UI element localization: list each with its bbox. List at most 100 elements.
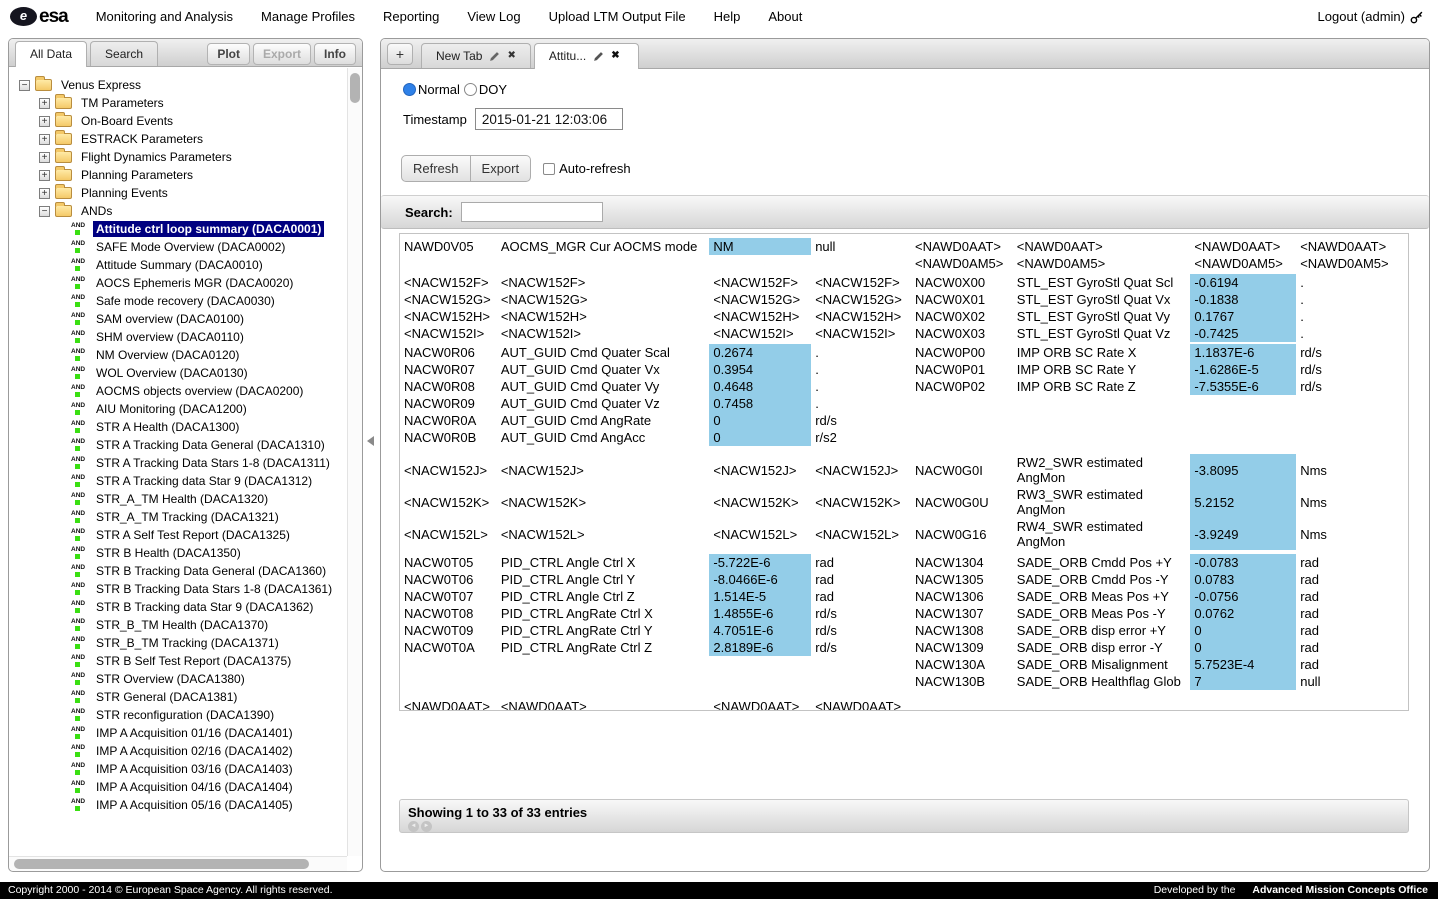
menu-about[interactable]: About	[768, 9, 802, 24]
expand-node-icon[interactable]: +	[39, 188, 50, 199]
tree-folder-planning-parameters[interactable]: +Planning Parameters	[9, 166, 347, 184]
status-green-icon	[75, 752, 80, 757]
tree-item-aiu-monitoring-daca1200-[interactable]: ANDAIU Monitoring (DACA1200)	[9, 400, 347, 418]
menu-manage-profiles[interactable]: Manage Profiles	[261, 9, 355, 24]
menu-upload-ltm-output-file[interactable]: Upload LTM Output File	[549, 9, 686, 24]
table-cell	[497, 673, 710, 690]
parameter-value-cell: -1.6286E-5	[1190, 361, 1296, 378]
table-cell: PID_CTRL AngRate Ctrl Z	[497, 639, 710, 656]
collapse-node-icon[interactable]: −	[19, 80, 30, 91]
menu-help[interactable]: Help	[714, 9, 741, 24]
menu-reporting[interactable]: Reporting	[383, 9, 439, 24]
menu-monitoring-and-analysis[interactable]: Monitoring and Analysis	[96, 9, 233, 24]
and-display-icon: AND	[71, 509, 91, 525]
tree-vertical-scrollbar[interactable]	[347, 68, 362, 856]
tree-item-str-b-tracking-data-stars-1-8-daca1361-[interactable]: ANDSTR B Tracking Data Stars 1-8 (DACA13…	[9, 580, 347, 598]
timestamp-row: Timestamp	[403, 108, 1429, 130]
tree-item-safe-mode-recovery-daca0030-[interactable]: ANDSafe mode recovery (DACA0030)	[9, 292, 347, 310]
tree-item-str-a-tracking-data-general-daca1310-[interactable]: ANDSTR A Tracking Data General (DACA1310…	[9, 436, 347, 454]
tree-item-imp-a-acquisition-02-16-daca1402-[interactable]: ANDIMP A Acquisition 02/16 (DACA1402)	[9, 742, 347, 760]
tree-item-attitude-summary-daca0010-[interactable]: ANDAttitude Summary (DACA0010)	[9, 256, 347, 274]
top-nav: e esa Monitoring and AnalysisManage Prof…	[0, 0, 1438, 33]
tree-item-str-a-tm-health-daca1320-[interactable]: ANDSTR_A_TM Health (DACA1320)	[9, 490, 347, 508]
collapse-node-icon[interactable]: −	[39, 206, 50, 217]
expand-node-icon[interactable]: +	[39, 152, 50, 163]
tree-item-imp-a-acquisition-05-16-daca1405-[interactable]: ANDIMP A Acquisition 05/16 (DACA1405)	[9, 796, 347, 814]
close-tab-icon[interactable]: ✖	[611, 51, 619, 61]
tree-item-str-b-self-test-report-daca1375-[interactable]: ANDSTR B Self Test Report (DACA1375)	[9, 652, 347, 670]
tree-item-str-b-health-daca1350-[interactable]: ANDSTR B Health (DACA1350)	[9, 544, 347, 562]
tree-item-str-a-self-test-report-daca1325-[interactable]: ANDSTR A Self Test Report (DACA1325)	[9, 526, 347, 544]
tree-item-aocs-ephemeris-mgr-daca0020-[interactable]: ANDAOCS Ephemeris MGR (DACA0020)	[9, 274, 347, 292]
add-tab-button[interactable]: +	[387, 43, 413, 65]
tree-item-str-a-tracking-data-star-9-daca1312-[interactable]: ANDSTR A Tracking data Star 9 (DACA1312)	[9, 472, 347, 490]
radio-normal[interactable]	[403, 83, 416, 96]
tree-folder-on-board-events[interactable]: +On-Board Events	[9, 112, 347, 130]
expand-node-icon[interactable]: +	[39, 98, 50, 109]
panel-splitter[interactable]	[363, 38, 380, 872]
tree-folder-estrack-parameters[interactable]: +ESTRACK Parameters	[9, 130, 347, 148]
tree-folder-ands[interactable]: −ANDs	[9, 202, 347, 220]
tree-item-str-a-health-daca1300-[interactable]: ANDSTR A Health (DACA1300)	[9, 418, 347, 436]
tree-item-sam-overview-daca0100-[interactable]: ANDSAM overview (DACA0100)	[9, 310, 347, 328]
tree-item-label: STR B Tracking data Star 9 (DACA1362)	[93, 599, 316, 615]
table-search-input[interactable]	[461, 202, 603, 222]
table-cell: rd/s	[1296, 361, 1408, 378]
tree-item-imp-a-acquisition-03-16-daca1403-[interactable]: ANDIMP A Acquisition 03/16 (DACA1403)	[9, 760, 347, 778]
menu-view-log[interactable]: View Log	[467, 9, 520, 24]
prev-page-button[interactable]: ◄	[408, 821, 419, 832]
rename-tab-icon[interactable]	[593, 51, 604, 62]
auto-refresh-checkbox[interactable]	[543, 163, 555, 175]
next-page-button[interactable]: ►	[421, 821, 432, 832]
expand-node-icon[interactable]: +	[39, 134, 50, 145]
tab-all-data[interactable]: All Data	[15, 41, 87, 67]
export-button[interactable]: Export	[471, 155, 532, 182]
tree-horizontal-scrollbar-thumb[interactable]	[14, 859, 309, 869]
tab-attitude[interactable]: Attitu... ✖	[534, 43, 639, 69]
plot-button[interactable]: Plot	[207, 43, 250, 65]
tree-item-aocms-objects-overview-daca0200-[interactable]: ANDAOCMS objects overview (DACA0200)	[9, 382, 347, 400]
table-cell	[1296, 412, 1408, 429]
tree-folder-venus-express[interactable]: −Venus Express	[9, 76, 347, 94]
tree-item-str-b-tm-health-daca1370-[interactable]: ANDSTR_B_TM Health (DACA1370)	[9, 616, 347, 634]
rename-tab-icon[interactable]	[489, 51, 500, 62]
tree-item-str-a-tm-tracking-daca1321-[interactable]: ANDSTR_A_TM Tracking (DACA1321)	[9, 508, 347, 526]
collapse-panel-icon[interactable]	[367, 436, 374, 446]
tree-item-str-general-daca1381-[interactable]: ANDSTR General (DACA1381)	[9, 688, 347, 706]
tree-item-shm-overview-daca0110-[interactable]: ANDSHM overview (DACA0110)	[9, 328, 347, 346]
tree-vertical-scrollbar-thumb[interactable]	[350, 73, 360, 103]
tree-horizontal-scrollbar[interactable]	[9, 856, 347, 871]
tree-item-str-b-tm-tracking-daca1371-[interactable]: ANDSTR_B_TM Tracking (DACA1371)	[9, 634, 347, 652]
tree-item-str-a-tracking-data-stars-1-8-daca1311-[interactable]: ANDSTR A Tracking Data Stars 1-8 (DACA13…	[9, 454, 347, 472]
info-button[interactable]: Info	[314, 43, 356, 65]
folder-icon	[55, 97, 72, 109]
table-cell: <NACW152K>	[709, 486, 811, 518]
radio-normal-label: Normal	[418, 82, 460, 97]
tree-item-imp-a-acquisition-04-16-daca1404-[interactable]: ANDIMP A Acquisition 04/16 (DACA1404)	[9, 778, 347, 796]
tree-folder-tm-parameters[interactable]: +TM Parameters	[9, 94, 347, 112]
tree-item-nm-overview-daca0120-[interactable]: ANDNM Overview (DACA0120)	[9, 346, 347, 364]
close-tab-icon[interactable]: ✖	[507, 51, 515, 61]
tree-item-wol-overview-daca0130-[interactable]: ANDWOL Overview (DACA0130)	[9, 364, 347, 382]
table-cell: <NACW152H>	[709, 308, 811, 325]
logout-link[interactable]: Logout (admin)	[1318, 9, 1424, 24]
export-tree-button[interactable]: Export	[253, 43, 311, 65]
status-green-icon	[75, 284, 80, 289]
expand-node-icon[interactable]: +	[39, 170, 50, 181]
tree-item-safe-mode-overview-daca0002-[interactable]: ANDSAFE Mode Overview (DACA0002)	[9, 238, 347, 256]
expand-node-icon[interactable]: +	[39, 116, 50, 127]
tree-item-str-b-tracking-data-general-daca1360-[interactable]: ANDSTR B Tracking Data General (DACA1360…	[9, 562, 347, 580]
tree-folder-planning-events[interactable]: +Planning Events	[9, 184, 347, 202]
tree-item-imp-a-acquisition-01-16-daca1401-[interactable]: ANDIMP A Acquisition 01/16 (DACA1401)	[9, 724, 347, 742]
tab-new-tab[interactable]: New Tab ✖	[421, 43, 531, 68]
table-cell: <NACW152G>	[709, 291, 811, 308]
tree-item-str-overview-daca1380-[interactable]: ANDSTR Overview (DACA1380)	[9, 670, 347, 688]
radio-doy[interactable]	[464, 83, 477, 96]
tree-item-str-b-tracking-data-star-9-daca1362-[interactable]: ANDSTR B Tracking data Star 9 (DACA1362)	[9, 598, 347, 616]
refresh-button[interactable]: Refresh	[401, 155, 471, 182]
tree-folder-flight-dynamics-parameters[interactable]: +Flight Dynamics Parameters	[9, 148, 347, 166]
tree-item-str-reconfiguration-daca1390-[interactable]: ANDSTR reconfiguration (DACA1390)	[9, 706, 347, 724]
timestamp-input[interactable]	[475, 108, 623, 130]
tree-item-attitude-ctrl-loop-summary-daca0001-[interactable]: ANDAttitude ctrl loop summary (DACA0001)	[9, 220, 347, 238]
tab-search[interactable]: Search	[90, 41, 158, 66]
